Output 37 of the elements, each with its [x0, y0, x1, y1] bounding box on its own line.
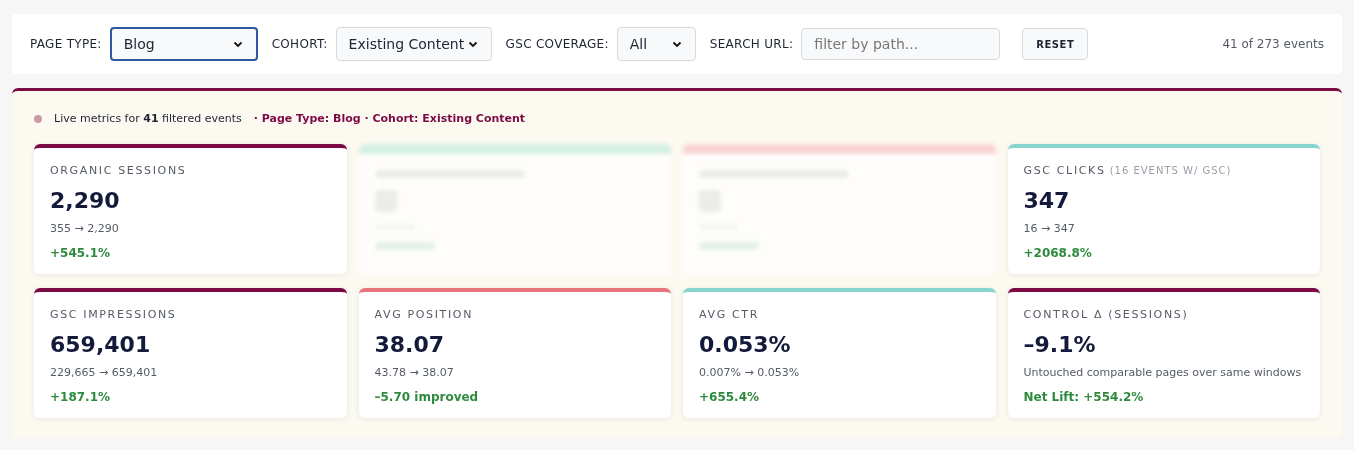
metric-value: 659,401 — [50, 331, 152, 359]
metric-value: –9.1% — [1023, 331, 1097, 359]
metric-detail: 0.007% → 0.053% — [699, 365, 801, 381]
filter-label: PAGE TYPE: — [30, 36, 102, 53]
event-count: 41 of 273 events — [1222, 36, 1324, 53]
metric-title: AVG POSITION — [374, 306, 474, 323]
live-metrics-text: Live metrics for 41 filtered events — [54, 111, 242, 127]
filter-context: · Page Type: Blog · Cohort: Existing Content — [253, 111, 526, 127]
dropdown[interactable]: Blog — [109, 27, 258, 61]
filter-label: GSC COVERAGE: — [505, 36, 609, 53]
metric-change: +545.1% — [50, 244, 112, 262]
reset-button[interactable]: RESET — [1022, 28, 1089, 60]
metric-change: +187.1% — [50, 388, 112, 406]
metric-detail: 355 → 2,290 — [50, 221, 120, 237]
search-field[interactable]: filter by path... — [801, 28, 1001, 60]
metric-detail: 43.78 → 38.07 — [374, 365, 455, 381]
metric-title: GSC CLICKS — [1023, 162, 1106, 179]
metric-value: 38.07 — [374, 331, 446, 359]
metric-title: GSC IMPRESSIONS — [50, 306, 177, 323]
metric-value: 347 — [1023, 187, 1071, 215]
metric-detail: 16 → 347 — [1023, 221, 1076, 237]
dropdown[interactable]: Existing Content — [335, 27, 492, 61]
metric-value: 0.053% — [699, 331, 792, 359]
metric-change: +655.4% — [699, 388, 761, 406]
metric-change: –5.70 improved — [374, 388, 480, 406]
metric-title: AVG CTR — [699, 306, 759, 323]
metric-detail: Untouched comparable pages over same windows — [1023, 365, 1303, 381]
metric-detail: 229,665 → 659,401 — [50, 365, 159, 381]
metric-change: Net Lift: +554.2% — [1023, 388, 1145, 406]
filter-label: COHORT: — [271, 36, 328, 53]
metric-title: ORGANIC SESSIONS — [50, 162, 187, 179]
metric-value: 2,290 — [50, 187, 121, 215]
dropdown[interactable]: All — [616, 27, 696, 61]
filter-label: SEARCH URL: — [709, 36, 794, 53]
metric-change: +2068.8% — [1023, 244, 1093, 262]
metric-note: (16 EVENTS W/ GSC) — [1109, 163, 1232, 178]
metric-title: CONTROL Δ (SESSIONS) — [1023, 306, 1189, 323]
